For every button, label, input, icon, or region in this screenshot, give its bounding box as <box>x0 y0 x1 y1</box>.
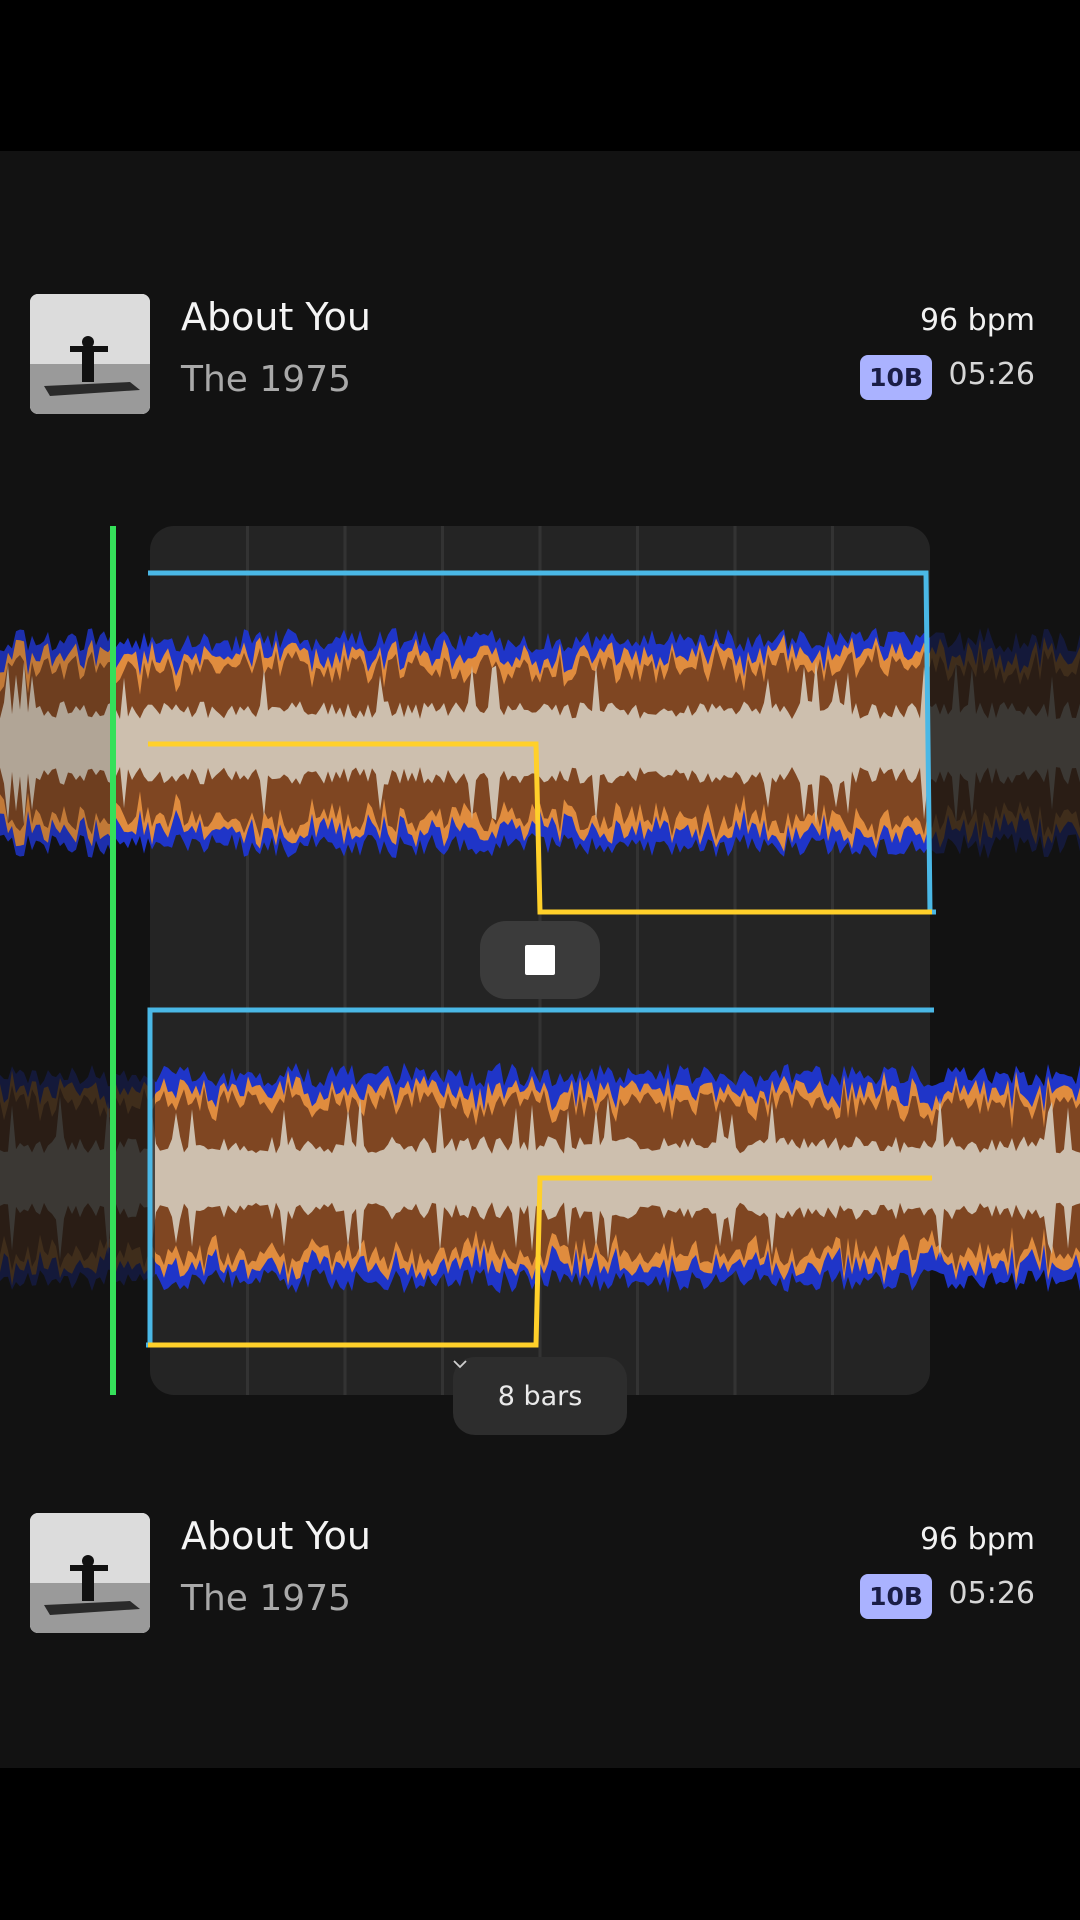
stop-icon <box>525 945 555 975</box>
key-badge: 10B <box>860 1574 932 1619</box>
deck-b-track-info[interactable]: About You The 1975 96 bpm 10B 05:26 <box>0 1508 1080 1638</box>
track-title: About You <box>181 1514 371 1558</box>
track-duration: 05:26 <box>948 1576 1035 1611</box>
chevron-down-icon <box>453 1360 467 1369</box>
album-art-image <box>30 1513 150 1633</box>
track-bpm: 96 bpm <box>919 1522 1035 1557</box>
track-artist: The 1975 <box>181 1578 352 1619</box>
mixer-screen: About You The 1975 96 bpm 10B 05:26 8 ba… <box>0 151 1080 1768</box>
bars-length-dropdown[interactable]: 8 bars <box>453 1357 627 1435</box>
stop-button[interactable] <box>480 921 600 999</box>
playhead[interactable] <box>110 526 116 1395</box>
album-art <box>30 1513 150 1633</box>
bars-label: 8 bars <box>497 1380 583 1412</box>
